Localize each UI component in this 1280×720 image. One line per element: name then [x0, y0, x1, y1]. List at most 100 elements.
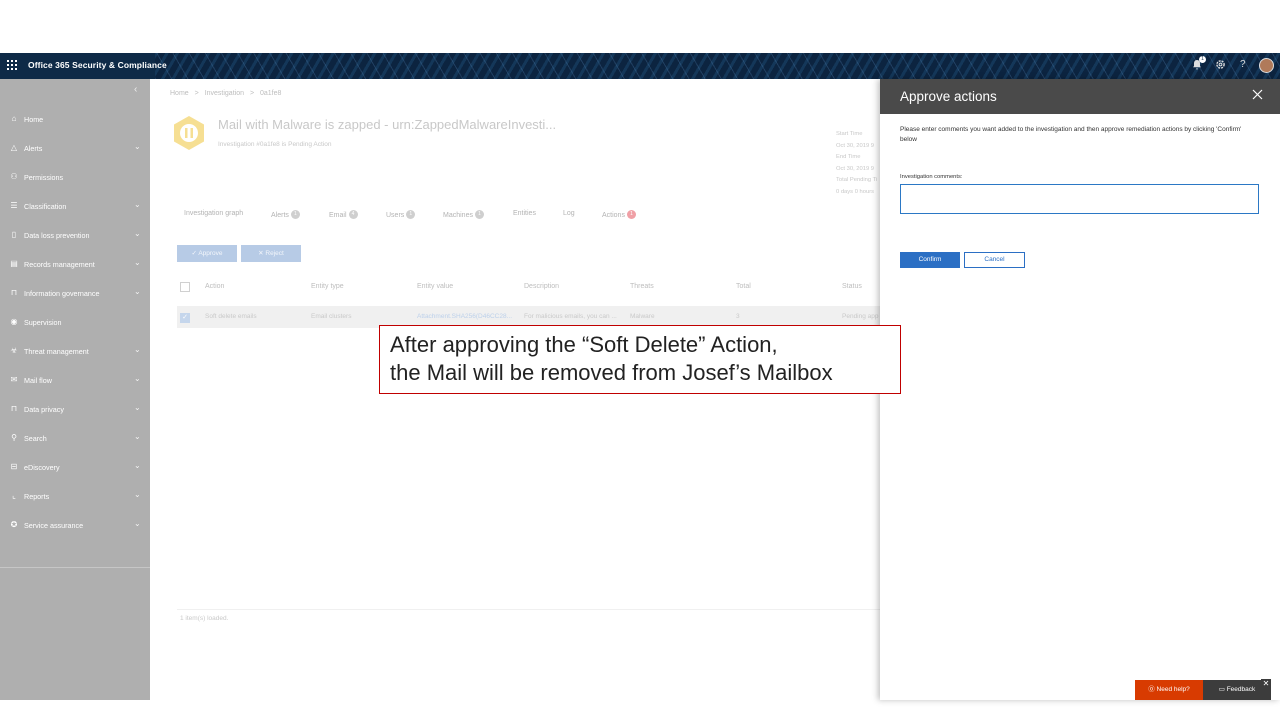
- chevron-down-icon[interactable]: ⌄: [134, 432, 141, 441]
- sidebar-item-classification[interactable]: ☰ Classification ⌄: [0, 198, 150, 214]
- help-icon[interactable]: ?: [1240, 59, 1246, 71]
- column-header[interactable]: Entity type: [311, 283, 344, 290]
- chevron-down-icon[interactable]: ⌄: [134, 258, 141, 267]
- breadcrumb-separator: >: [249, 90, 255, 97]
- approve-button[interactable]: ✓ Approve: [177, 245, 237, 262]
- column-header[interactable]: Description: [524, 283, 559, 290]
- chart-icon: ⌞: [12, 491, 16, 500]
- need-help-button[interactable]: ⓪ Need help?: [1135, 680, 1203, 700]
- chevron-down-icon[interactable]: ⌄: [134, 519, 141, 528]
- feedback-icon: ▭: [1218, 686, 1227, 693]
- sidebar-item-label: Mail flow: [24, 376, 52, 385]
- alert-icon: △: [10, 143, 18, 152]
- column-header[interactable]: Entity value: [417, 283, 453, 290]
- tab-machines[interactable]: Machines 1: [443, 210, 484, 219]
- avatar[interactable]: [1259, 58, 1274, 73]
- tab-alerts[interactable]: Alerts 1: [271, 210, 300, 219]
- notification-badge: 1: [1199, 56, 1206, 63]
- sidebar-item-label: Data privacy: [24, 405, 64, 414]
- sidebar-item-service-assurance[interactable]: ✪ Service assurance ⌄: [0, 517, 150, 533]
- app-title[interactable]: Office 365 Security & Compliance: [28, 60, 167, 70]
- start-time-label: Start Time: [836, 131, 863, 137]
- sidebar-item-supervision[interactable]: ◉ Supervision: [0, 314, 150, 330]
- close-icon[interactable]: [1252, 88, 1263, 102]
- investigation-comments-input[interactable]: [900, 184, 1259, 214]
- sidebar-item-label: Search: [24, 434, 47, 443]
- waffle-icon[interactable]: [6, 59, 18, 71]
- confirm-button[interactable]: Confirm: [900, 252, 960, 268]
- page-title: Mail with Malware is zapped - urn:Zapped…: [218, 117, 557, 132]
- cancel-button[interactable]: Cancel: [964, 252, 1025, 268]
- column-header[interactable]: Status: [842, 283, 862, 290]
- sidebar-item-ediscovery[interactable]: ⊟ eDiscovery ⌄: [0, 459, 150, 475]
- sidebar-item-label: Information governance: [24, 289, 100, 298]
- tab-investigation-graph[interactable]: Investigation graph: [184, 210, 243, 217]
- sidebar-item-data-privacy[interactable]: ⊓ Data privacy ⌄: [0, 401, 150, 417]
- sidebar-item-information-governance[interactable]: ⊓ Information governance ⌄: [0, 285, 150, 301]
- cell-action: Soft delete emails: [205, 313, 257, 320]
- tab-email[interactable]: Email 4: [329, 210, 358, 219]
- cell-entity-value[interactable]: Attachment.SHA256(D46CC28...: [417, 313, 519, 320]
- sidebar: ‹ ⌂ Home △ Alerts ⌄ ⚇ Permissions ☰ Classificati…: [0, 79, 150, 700]
- callout-line: After approving the “Soft Delete” Action…: [390, 332, 778, 357]
- tab-entities[interactable]: Entities: [513, 210, 536, 217]
- column-header[interactable]: Threats: [630, 283, 654, 290]
- callout-line: the Mail will be removed from Josef’s Ma…: [390, 360, 833, 385]
- tab-log[interactable]: Log: [563, 210, 575, 217]
- sidebar-item-threat-management[interactable]: ☣ Threat management ⌄: [0, 343, 150, 359]
- pending-time-value: 0 days 0 hours: [836, 188, 875, 195]
- tab-users[interactable]: Users 1: [386, 210, 416, 219]
- people-icon: ⚇: [10, 172, 18, 181]
- eye-icon: ◉: [10, 317, 18, 326]
- sidebar-item-label: Alerts: [24, 144, 43, 153]
- breadcrumb-home[interactable]: Home: [170, 90, 189, 97]
- chevron-down-icon[interactable]: ⌄: [134, 287, 141, 296]
- chevron-down-icon[interactable]: ⌄: [134, 461, 141, 470]
- sidebar-item-label: Threat management: [24, 347, 89, 356]
- breadcrumb-separator: >: [194, 90, 199, 97]
- sidebar-item-search[interactable]: ⚲ Search ⌄: [0, 430, 150, 446]
- sidebar-item-data-loss-prevention[interactable]: ▯ Data loss prevention ⌄: [0, 227, 150, 243]
- divider: [177, 609, 880, 610]
- mail-icon: ✉: [10, 375, 18, 384]
- end-time-label: End Time: [836, 154, 861, 160]
- sidebar-item-alerts[interactable]: △ Alerts ⌄: [0, 140, 150, 156]
- chevron-down-icon[interactable]: ⌄: [134, 490, 141, 499]
- comments-label: Investigation comments:: [900, 174, 963, 180]
- sidebar-item-label: Permissions: [24, 173, 64, 182]
- chevron-left-icon[interactable]: ‹: [134, 84, 137, 95]
- sidebar-item-records-management[interactable]: ▤ Records management ⌄: [0, 256, 150, 272]
- gear-icon[interactable]: [1215, 59, 1226, 74]
- tab-badge: 1: [290, 210, 300, 219]
- close-icon[interactable]: ✕: [1261, 679, 1271, 689]
- time-info: Start Time Oct 30, 2019 9 End Time Oct 3…: [836, 129, 880, 198]
- sidebar-item-mail-flow[interactable]: ✉ Mail flow ⌄: [0, 372, 150, 388]
- tab-badge: 1: [406, 210, 416, 219]
- search-icon: ⚲: [11, 433, 17, 442]
- chevron-down-icon[interactable]: ⌄: [134, 142, 141, 151]
- records-icon: ▤: [10, 259, 18, 268]
- chevron-down-icon[interactable]: ⌄: [134, 403, 141, 412]
- sidebar-item-reports[interactable]: ⌞ Reports ⌄: [0, 488, 150, 504]
- top-bar: Office 365 Security & Compliance 1 ?: [0, 53, 1280, 79]
- breadcrumb-investigation[interactable]: Investigation: [205, 90, 244, 97]
- row-checkbox[interactable]: ✓: [180, 313, 190, 323]
- chevron-down-icon[interactable]: ⌄: [134, 374, 141, 383]
- column-header[interactable]: Action: [205, 283, 224, 290]
- select-all-checkbox[interactable]: [180, 282, 190, 292]
- sidebar-item-permissions[interactable]: ⚇ Permissions: [0, 169, 150, 185]
- lock-icon: ⊓: [10, 404, 18, 413]
- tab-badge: 4: [348, 210, 358, 219]
- breadcrumb: Home > Investigation > 0a1fe8: [170, 90, 285, 97]
- column-header[interactable]: Total: [736, 283, 751, 290]
- tab-actions[interactable]: Actions 1: [602, 210, 636, 219]
- end-time-value: Oct 30, 2019 9: [836, 165, 875, 172]
- sidebar-item-label: Reports: [24, 492, 50, 501]
- chevron-down-icon[interactable]: ⌄: [134, 229, 141, 238]
- panel-header: Approve actions: [880, 79, 1280, 114]
- chevron-down-icon[interactable]: ⌄: [134, 345, 141, 354]
- ribbon-icon: ✪: [10, 520, 18, 529]
- chevron-down-icon[interactable]: ⌄: [134, 200, 141, 209]
- reject-button[interactable]: ✕ Reject: [241, 245, 301, 262]
- sidebar-item-home[interactable]: ⌂ Home: [0, 111, 150, 127]
